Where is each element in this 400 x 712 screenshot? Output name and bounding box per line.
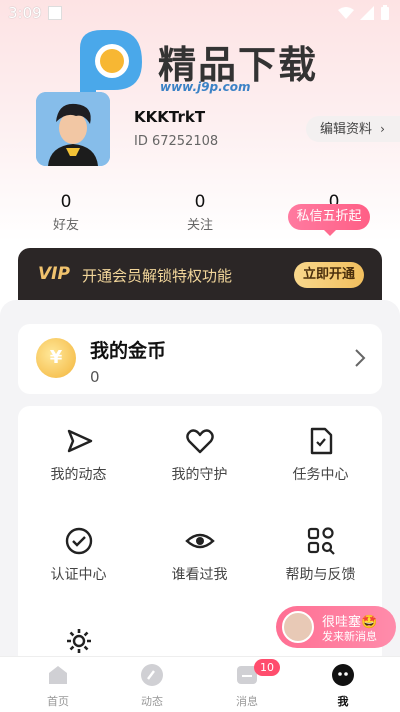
nav-label: 动态 bbox=[141, 695, 163, 708]
vip-logo: VIP bbox=[38, 264, 70, 284]
nav-label: 我 bbox=[337, 695, 349, 708]
nav-home[interactable]: 首页 bbox=[18, 663, 98, 709]
send-icon bbox=[67, 429, 92, 453]
grid-item-visitors[interactable]: 谁看过我 bbox=[139, 526, 260, 584]
stat-friends-value: 0 bbox=[60, 192, 72, 212]
notification-avatar bbox=[282, 611, 314, 643]
status-bar: 3:09 bbox=[0, 0, 400, 26]
notification-text: 发来新消息 bbox=[322, 630, 377, 643]
grid-item-my-guard[interactable]: 我的守护 bbox=[139, 426, 260, 484]
grid-label: 我的动态 bbox=[50, 467, 107, 483]
heart-icon bbox=[185, 429, 214, 454]
eye-icon bbox=[184, 533, 215, 549]
wifi-icon bbox=[338, 7, 354, 19]
stat-following-value: 0 bbox=[194, 192, 206, 212]
coin-title: 我的金币 bbox=[90, 340, 167, 362]
home-icon bbox=[49, 666, 67, 684]
edit-profile-label: 编辑资料 bbox=[320, 122, 373, 137]
me-icon bbox=[332, 664, 354, 686]
grid-label: 我的守护 bbox=[171, 467, 228, 483]
stat-following-label: 关注 bbox=[186, 218, 213, 233]
settings-icon bbox=[66, 629, 91, 653]
status-time: 3:09 bbox=[8, 4, 42, 22]
bottom-nav: 首页 动态 10 消息 我 bbox=[0, 656, 400, 712]
avatar[interactable] bbox=[36, 92, 110, 166]
chevron-right-icon bbox=[355, 349, 366, 367]
document-icon bbox=[310, 427, 332, 455]
status-icons bbox=[338, 5, 390, 21]
grid-item-task-center[interactable]: 任务中心 bbox=[260, 426, 381, 484]
nav-feed[interactable]: 动态 bbox=[112, 663, 192, 709]
grid-label: 谁看过我 bbox=[171, 567, 228, 583]
coin-card[interactable]: ¥ 我的金币 0 bbox=[18, 324, 382, 394]
check-circle-icon bbox=[65, 527, 92, 555]
stat-following[interactable]: 0 关注 bbox=[160, 192, 240, 233]
avatar-image bbox=[36, 92, 110, 166]
user-id: ID 67252108 bbox=[134, 134, 219, 149]
notification-square-icon bbox=[48, 6, 62, 20]
nav-label: 消息 bbox=[236, 695, 258, 708]
new-message-notification[interactable]: 很哇塞🤩 发来新消息 bbox=[276, 606, 396, 648]
dm-promo-bubble[interactable]: 私信五折起 bbox=[288, 204, 370, 236]
nav-label: 首页 bbox=[47, 695, 69, 708]
coin-value: 0 bbox=[90, 368, 100, 386]
grid-item-verification[interactable]: 认证中心 bbox=[18, 526, 139, 584]
vip-text: 开通会员解锁特权功能 bbox=[82, 267, 233, 285]
message-badge: 10 bbox=[254, 659, 280, 676]
signal-icon bbox=[360, 6, 374, 20]
edit-profile-button[interactable]: 编辑资料 › bbox=[306, 116, 400, 142]
watermark: 精品下载 www.j9p.com bbox=[70, 28, 330, 108]
grid-label: 认证中心 bbox=[50, 567, 107, 583]
coin-icon: ¥ bbox=[36, 338, 76, 378]
stat-friends-label: 好友 bbox=[52, 218, 79, 233]
grid-label: 任务中心 bbox=[292, 467, 349, 483]
vip-open-button[interactable]: 立即开通 bbox=[294, 262, 364, 288]
username: KKKTrkT bbox=[134, 108, 206, 126]
grid-item-my-posts[interactable]: 我的动态 bbox=[18, 426, 139, 484]
grid-label: 帮助与反馈 bbox=[285, 567, 356, 583]
compass-icon bbox=[141, 664, 163, 686]
nav-me[interactable]: 我 bbox=[303, 663, 383, 709]
watermark-url: www.j9p.com bbox=[160, 80, 251, 94]
vip-banner[interactable]: VIP 开通会员解锁特权功能 立即开通 bbox=[18, 248, 382, 304]
stat-friends[interactable]: 0 好友 bbox=[26, 192, 106, 233]
chevron-right-icon: › bbox=[380, 122, 385, 136]
apps-search-icon bbox=[307, 527, 335, 555]
nav-messages[interactable]: 10 消息 bbox=[207, 659, 287, 709]
battery-icon bbox=[381, 5, 389, 20]
grid-item-help-feedback[interactable]: 帮助与反馈 bbox=[260, 526, 381, 584]
